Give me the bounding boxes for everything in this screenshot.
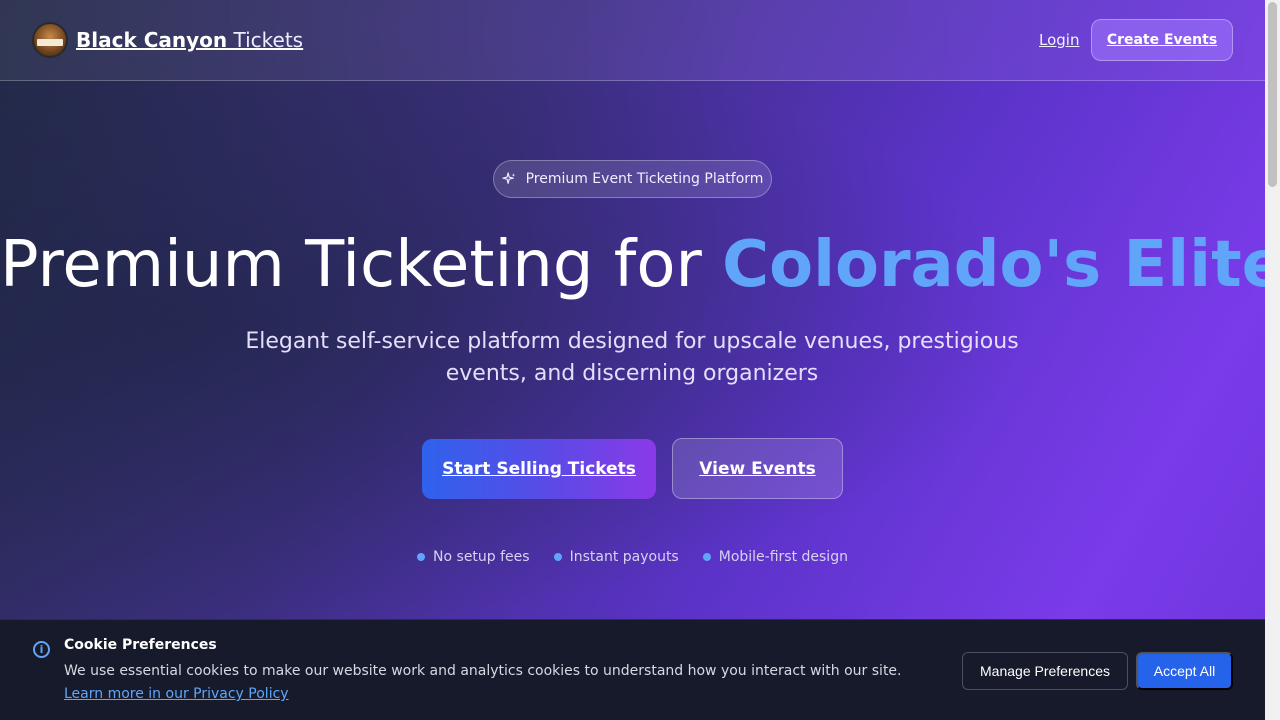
scrollbar-thumb[interactable]	[1268, 2, 1277, 187]
info-icon: i	[33, 641, 50, 658]
brand-name-light: Tickets	[233, 28, 304, 52]
brand-name: Black Canyon Tickets	[76, 28, 303, 52]
bullet-dot-icon	[702, 553, 711, 561]
feature-label: Instant payouts	[569, 549, 679, 565]
bullet-dot-icon	[417, 553, 426, 561]
privacy-policy-link[interactable]: Learn more in our Privacy Policy	[64, 686, 289, 702]
site-header: Black Canyon Tickets Login Create Events	[0, 0, 1265, 81]
view-events-button[interactable]: View Events	[672, 438, 843, 499]
cookie-banner: i Cookie Preferences We use essential co…	[0, 619, 1265, 720]
manage-preferences-button[interactable]: Manage Preferences	[962, 652, 1128, 690]
feature-item: Instant payouts	[553, 549, 679, 565]
platform-badge: Premium Event Ticketing Platform	[493, 160, 772, 198]
headline-plain: Premium Ticketing for	[0, 228, 723, 302]
start-selling-button[interactable]: Start Selling Tickets	[422, 439, 656, 499]
feature-item: Mobile-first design	[702, 549, 848, 565]
headline-accent: Colorado's Elite	[722, 228, 1280, 302]
brand-name-bold: Black Canyon	[76, 28, 228, 52]
hero-subtitle: Elegant self-service platform designed f…	[245, 329, 1019, 386]
feature-label: Mobile-first design	[718, 549, 848, 565]
accept-all-button[interactable]: Accept All	[1136, 652, 1233, 690]
page-background: Black Canyon Tickets Login Create Events…	[0, 0, 1280, 720]
feature-item: No setup fees	[417, 549, 530, 565]
create-events-button[interactable]: Create Events	[1091, 19, 1233, 61]
cookie-body: We use essential cookies to make our web…	[64, 663, 902, 679]
bullet-dot-icon	[553, 553, 562, 561]
brand-logo-link[interactable]: Black Canyon Tickets	[32, 22, 303, 58]
cookie-text: We use essential cookies to make our web…	[64, 660, 944, 706]
feature-label: No setup fees	[433, 549, 530, 565]
platform-badge-label: Premium Event Ticketing Platform	[525, 171, 764, 187]
page-scrollbar[interactable]	[1265, 0, 1280, 720]
hero-headline: Premium Ticketing for Colorado's Elite	[0, 228, 1280, 302]
sparkle-icon	[501, 172, 515, 184]
feature-list: No setup fees Instant payouts Mobile-fir…	[0, 549, 1265, 565]
login-link[interactable]: Login	[1039, 31, 1079, 49]
cookie-title: Cookie Preferences	[64, 637, 217, 653]
logo-badge-icon	[32, 22, 68, 58]
